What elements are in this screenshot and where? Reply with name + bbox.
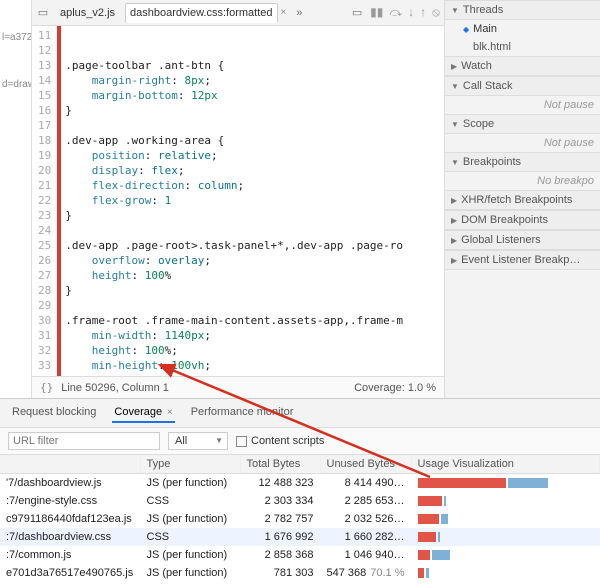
col-viz[interactable]: Usage Visualization [411,455,599,474]
col-total[interactable]: Total Bytes [240,455,320,474]
cursor-position: Line 50296, Column 1 [61,382,169,394]
tab-file-2[interactable]: dashboardview.css:formatted [125,3,277,23]
editor-panel: ▭ aplus_v2.js dashboardview.css:formatte… [32,0,445,398]
drawer-tab-perf-monitor[interactable]: Performance monitor [189,403,296,423]
col-unused[interactable]: Unused Bytes [320,455,411,474]
dom-breakpoints-header[interactable]: ▶DOM Breakpoints [445,210,600,230]
step-over-icon[interactable]: ⤼ [389,5,402,20]
show-navigator-icon[interactable]: ▭ [36,6,50,19]
url-filter-input[interactable] [8,432,160,450]
left-stub-1: l=a372b [0,4,31,45]
coverage-bar [57,26,61,376]
coverage-row[interactable]: :7/engine-style.cssCSS2 303 3342 285 653… [0,492,600,510]
debugger-sidebar: ▼Threads ◆Main blk.html ▶Watch ▼Call Sta… [445,0,600,398]
tabs-overflow-icon[interactable]: » [292,7,306,19]
xhr-breakpoints-header[interactable]: ▶XHR/fetch Breakpoints [445,190,600,210]
coverage-row[interactable]: :7/common.jsJS (per function)2 858 3681 … [0,546,600,564]
coverage-table: Type Total Bytes Unused Bytes Usage Visu… [0,455,600,582]
left-nav-strip: l=a372b d=draw [0,0,32,398]
step-out-icon[interactable]: ↑ [420,5,426,20]
scope-pane-header[interactable]: ▼Scope [445,114,600,134]
code-content[interactable]: .page-toolbar .ant-btn { margin-right: 8… [63,26,444,376]
drawer-tab-coverage[interactable]: Coverage × [112,403,174,423]
drawer-panel: Request blocking Coverage × Performance … [0,398,600,582]
callstack-note: Not pause [445,96,600,114]
step-into-icon[interactable]: ↓ [408,5,414,20]
pause-icon[interactable]: ▮▮ [370,5,383,20]
col-url[interactable] [0,455,140,474]
close-coverage-icon[interactable]: × [164,407,173,418]
editor-statusbar: {} Line 50296, Column 1 Coverage: 1.0 % [32,376,444,398]
show-debugger-icon[interactable]: ▭ [350,6,364,19]
pretty-print-icon[interactable]: {} [40,381,53,394]
line-gutter: 1112131415161718192021222324252627282930… [32,26,57,376]
tab-file-1[interactable]: aplus_v2.js [56,4,119,22]
thread-main[interactable]: ◆Main [445,20,600,38]
global-listeners-header[interactable]: ▶Global Listeners [445,230,600,250]
close-tab-icon[interactable]: × [281,7,287,18]
deactivate-breakpoints-icon[interactable]: ⦸ [432,5,440,20]
coverage-row[interactable]: '7/dashboardview.jsJS (per function)12 4… [0,474,600,493]
debugger-controls: ▮▮ ⤼ ↓ ↑ ⦸ [370,5,440,20]
event-listener-bp-header[interactable]: ▶Event Listener Breakp… [445,250,600,270]
code-viewer[interactable]: 1112131415161718192021222324252627282930… [32,26,444,376]
callstack-pane-header[interactable]: ▼Call Stack [445,76,600,96]
threads-pane-header[interactable]: ▼Threads [445,0,600,20]
coverage-filterbar: All Content scripts [0,428,600,455]
thread-sub[interactable]: blk.html [445,38,600,56]
drawer-tab-request-blocking[interactable]: Request blocking [10,403,98,423]
scope-note: Not pause [445,134,600,152]
content-scripts-checkbox[interactable]: Content scripts [236,435,324,447]
watch-pane-header[interactable]: ▶Watch [445,56,600,76]
type-filter-select[interactable]: All [168,432,228,450]
breakpoints-pane-header[interactable]: ▼Breakpoints [445,152,600,172]
editor-tabbar: ▭ aplus_v2.js dashboardview.css:formatte… [32,0,444,26]
breakpoints-note: No breakpo [445,172,600,190]
coverage-summary: Coverage: 1.0 % [354,382,436,394]
col-type[interactable]: Type [140,455,240,474]
coverage-row[interactable]: e701d3a76517e490765.jsJS (per function)7… [0,564,600,582]
coverage-row[interactable]: c9791186440fdaf123ea.jsJS (per function)… [0,510,600,528]
coverage-row[interactable]: :7/dashboardview.cssCSS1 676 9921 660 28… [0,528,600,546]
left-stub-2: d=draw [0,45,31,92]
drawer-tabs: Request blocking Coverage × Performance … [0,399,600,428]
